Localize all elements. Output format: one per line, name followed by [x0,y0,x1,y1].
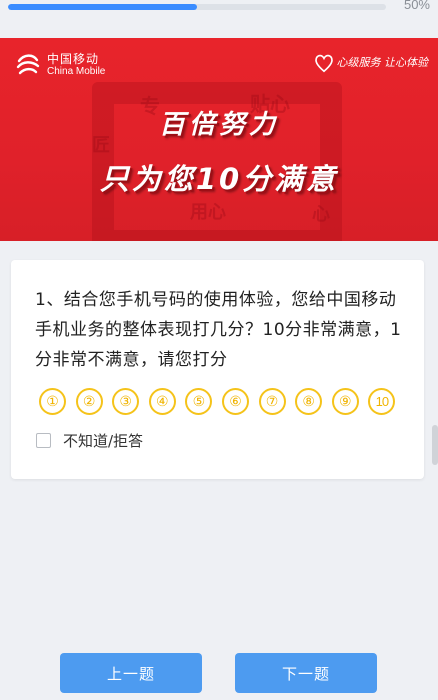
promo-banner: 专 贴心 匠 用心 心 中国移动 China Mobile 心级服务 让心体验 … [0,38,438,241]
banner-bg-glyph-5: 心 [312,204,330,225]
score-option-9[interactable]: ⑨ [331,388,359,415]
score-option-7[interactable]: ⑦ [258,388,286,415]
slogan-line-2: 只为您10分满意 [99,162,339,196]
china-mobile-logo: 中国移动 China Mobile [15,52,105,78]
service-logo: 心级服务 让心体验 [313,52,429,74]
china-mobile-logo-icon [16,54,40,75]
score-option-2[interactable]: ② [75,388,103,415]
question-card: 1、结合您手机号码的使用体验，您给中国移动手机业务的整体表现打几分？10分非常满… [11,260,424,479]
question-text: 1、结合您手机号码的使用体验，您给中国移动手机业务的整体表现打几分？10分非常满… [35,290,402,370]
score-option-1[interactable]: ① [39,388,66,415]
progress-percent: 50% [403,0,430,12]
progress-bar [8,4,386,10]
scrollbar[interactable] [432,425,438,465]
brand-name-cn: 中国移动 [47,51,100,66]
banner-bg-glyph-4: 用心 [190,202,226,223]
score-options: ① ② ③ ④ ⑤ ⑥ ⑦ ⑧ ⑨ 10 [39,388,405,415]
score-option-6[interactable]: ⑥ [221,388,249,415]
progress-fill [8,4,197,10]
score-option-3[interactable]: ③ [112,388,140,415]
dont-know-checkbox[interactable] [36,433,51,448]
dont-know-label: 不知道/拒答 [63,432,144,450]
dont-know-option[interactable]: 不知道/拒答 [36,430,143,451]
progress-area: 50% [0,0,438,38]
score-option-4[interactable]: ④ [148,388,176,415]
next-question-button[interactable]: 下一题 [235,653,377,693]
score-option-8[interactable]: ⑧ [295,388,323,415]
slogan-line-1: 百倍努力 [158,110,279,140]
prev-question-button[interactable]: 上一题 [60,653,202,693]
service-logo-text: 心级服务 让心体验 [336,55,429,69]
score-option-10[interactable]: 10 [368,388,396,415]
score-option-5[interactable]: ⑤ [185,388,213,415]
heart-icon [314,54,333,73]
brand-name-en: China Mobile [47,66,106,78]
